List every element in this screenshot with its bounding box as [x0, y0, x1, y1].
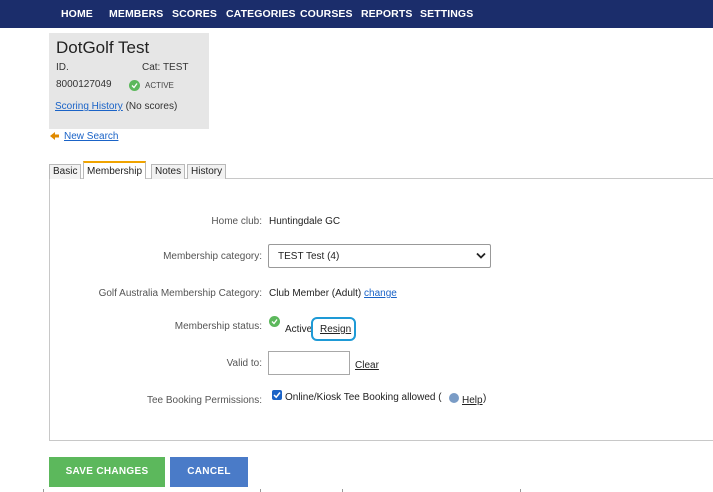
resign-link[interactable]: Resign	[320, 324, 351, 335]
membership-status-label: Membership status:	[174, 321, 262, 332]
back-arrow-icon	[50, 132, 59, 140]
nav-home[interactable]: HOME	[61, 8, 93, 20]
nav-categories[interactable]: CATEGORIES	[226, 8, 296, 20]
top-navbar: HOME MEMBERS SCORES CATEGORIES COURSES R…	[0, 0, 713, 28]
help-icon	[449, 393, 459, 403]
member-id-label: ID.	[56, 62, 69, 73]
membership-category-selected: TEST Test (4)	[278, 251, 340, 262]
new-search-link[interactable]: New Search	[64, 131, 118, 142]
nav-reports[interactable]: REPORTS	[361, 8, 412, 20]
tab-notes[interactable]: Notes	[151, 164, 186, 179]
clear-link[interactable]: Clear	[355, 360, 379, 371]
scoring-history-row: Scoring History (No scores)	[55, 101, 177, 112]
nav-settings[interactable]: SETTINGS	[420, 8, 473, 20]
tee-booking-option-label: Online/Kiosk Tee Booking allowed (	[285, 392, 442, 403]
scoring-history-link[interactable]: Scoring History	[55, 101, 123, 112]
nav-courses[interactable]: COURSES	[300, 8, 353, 20]
scoring-history-note: (No scores)	[125, 101, 178, 112]
member-name: DotGolf Test	[56, 38, 150, 57]
home-club-value: Huntingdale GC	[269, 216, 341, 227]
member-status-badge: ACTIVE	[145, 81, 174, 90]
help-link[interactable]: Help	[462, 395, 483, 406]
tab-membership[interactable]: Membership	[83, 161, 147, 181]
tab-basic[interactable]: Basic	[49, 164, 82, 179]
active-check-icon	[269, 316, 280, 327]
member-category: Cat: TEST	[142, 62, 189, 73]
tee-booking-close-paren: )	[483, 393, 487, 404]
nav-scores[interactable]: SCORES	[172, 8, 217, 20]
tee-booking-checkbox[interactable]	[272, 390, 282, 400]
cancel-button[interactable]: CANCEL	[170, 457, 248, 487]
chevron-down-icon	[476, 252, 486, 259]
ga-category-value: Club Member (Adult)	[269, 288, 362, 299]
nav-members[interactable]: MEMBERS	[109, 8, 163, 20]
member-id-value: 8000127049	[56, 79, 112, 90]
valid-to-input[interactable]	[268, 351, 350, 375]
ga-category-row: Club Member (Adult) change	[269, 288, 397, 299]
save-changes-button[interactable]: SAVE CHANGES	[49, 457, 165, 487]
membership-category-select[interactable]: TEST Test (4)	[268, 244, 491, 268]
home-club-label: Home club:	[211, 216, 262, 227]
membership-status-value: Active	[285, 324, 313, 335]
active-check-icon	[129, 80, 140, 91]
tab-history[interactable]: History	[187, 164, 227, 179]
ga-change-link[interactable]: change	[364, 288, 397, 299]
membership-category-label: Membership category:	[163, 251, 262, 262]
tee-booking-label: Tee Booking Permissions:	[146, 395, 262, 406]
valid-to-label: Valid to:	[226, 358, 262, 369]
ga-category-label: Golf Australia Membership Category:	[98, 288, 262, 299]
